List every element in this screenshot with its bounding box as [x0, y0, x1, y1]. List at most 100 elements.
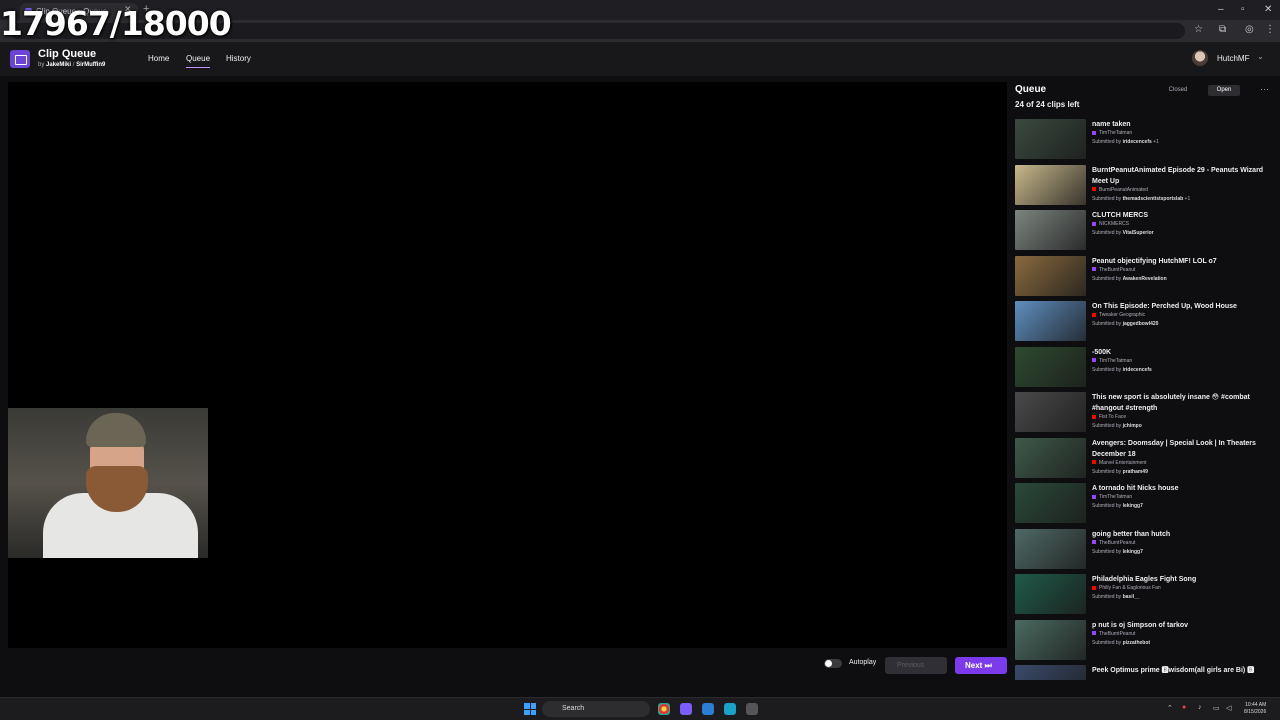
clip-submitter: Submitted by lekingg7: [1092, 503, 1143, 509]
next-icon: ⏭: [984, 661, 992, 670]
tray-chevron-icon[interactable]: ⌃: [1167, 704, 1173, 712]
clip-title: p nut is oj Simpson of tarkov: [1092, 621, 1189, 629]
clip-channel: Marvel Entertainment: [1092, 460, 1147, 466]
clip-item[interactable]: BurntPeanutAnimated Episode 29 - Peanuts…: [1015, 163, 1270, 209]
clip-thumbnail[interactable]: [1015, 437, 1086, 478]
nav-history[interactable]: History: [226, 54, 251, 63]
minimize-icon[interactable]: –: [1218, 4, 1224, 15]
submitted-by-label: Submitted by: [1092, 230, 1122, 236]
profile-icon[interactable]: ◎: [1245, 24, 1254, 35]
clip-thumbnail[interactable]: [1015, 346, 1086, 387]
close-window-icon[interactable]: ✕: [1264, 4, 1272, 15]
clip-thumbnail[interactable]: [1015, 119, 1086, 159]
submitter-name: VitalSuperior: [1122, 230, 1154, 236]
submitter-extra: +1: [1153, 139, 1159, 145]
clip-item[interactable]: Avengers: Doomsday | Special Look | In T…: [1015, 436, 1270, 482]
clip-submitter: Submitted by AwakenRevelation: [1092, 276, 1167, 282]
clip-thumbnail[interactable]: [1015, 528, 1086, 569]
clip-channel: TimTheTatman: [1092, 130, 1132, 136]
clip-channel-name: Philly Fan & Eaglorious Fan: [1099, 585, 1161, 591]
clip-item[interactable]: A tornado hit Nicks house TimTheTatman Sub…: [1015, 481, 1270, 527]
clip-item[interactable]: On This Episode: Perched Up, Wood House T…: [1015, 299, 1270, 345]
clip-thumbnail[interactable]: [1015, 255, 1086, 296]
queue-closed-button[interactable]: Closed: [1165, 85, 1191, 96]
clip-item[interactable]: Peanut objectifying HutchMF! LOL o7 TheBu…: [1015, 254, 1270, 300]
tray-display-icon[interactable]: ▭: [1213, 704, 1220, 712]
byline-author-1[interactable]: JakeMiki: [46, 62, 71, 68]
clip-item[interactable]: p nut is oj Simpson of tarkov TheBurntPea…: [1015, 618, 1270, 664]
extensions-icon[interactable]: ⧉: [1219, 24, 1226, 35]
clip-thumbnail[interactable]: [1015, 483, 1086, 523]
settings-taskbar-icon[interactable]: [746, 703, 758, 715]
clip-title: Philadelphia Eagles Fight Song: [1092, 576, 1197, 583]
clip-thumbnail[interactable]: [1015, 301, 1086, 341]
submitted-by-label: Submitted by: [1092, 639, 1122, 646]
taskbar: ⌕ Search ⌃ ● ♪ ▭ ◁ 10:44 AM 8/15/2026: [0, 697, 1280, 720]
clip-thumbnail[interactable]: [1015, 210, 1086, 250]
user-avatar[interactable]: [1192, 50, 1208, 66]
clip-submitter: Submitted by pratham49: [1092, 469, 1148, 475]
autoplay-toggle[interactable]: [824, 659, 842, 668]
chrome-taskbar-icon[interactable]: [658, 703, 670, 715]
nav-queue[interactable]: Queue: [186, 54, 211, 68]
bookmark-star-icon[interactable]: ☆: [1194, 24, 1203, 35]
app-taskbar-icon[interactable]: [724, 703, 736, 715]
submitter-name: pizzathebot: [1122, 639, 1151, 646]
youtube-icon: [1092, 312, 1096, 317]
twitch-icon: [1092, 494, 1096, 499]
tray-mic-icon[interactable]: ♪: [1198, 704, 1202, 711]
twitch-icon: [1092, 267, 1096, 272]
clip-thumbnail[interactable]: [1015, 164, 1086, 205]
clip-channel: TimTheTatman: [1092, 358, 1132, 364]
clip-thumbnail[interactable]: [1015, 619, 1086, 660]
video-player[interactable]: [8, 82, 1007, 648]
webcam-person-cap: [86, 413, 146, 447]
taskbar-search[interactable]: Search: [542, 701, 650, 717]
twitch-icon: [1092, 130, 1096, 135]
submitter-name: jaggedbowl420: [1122, 321, 1159, 327]
next-button[interactable]: Next ⏭: [955, 657, 1007, 674]
submitted-by-label: Submitted by: [1092, 423, 1122, 429]
user-name[interactable]: HutchMF: [1217, 54, 1249, 63]
clip-item[interactable]: CLUTCH MERCS NICKMERCS Submitted by VitalS…: [1015, 208, 1270, 254]
clip-item[interactable]: name taken TimTheTatman Submitted by iride…: [1015, 117, 1270, 163]
queue-open-button[interactable]: Open: [1208, 85, 1240, 96]
clip-item[interactable]: -500K TimTheTatman Submitted by iridecence…: [1015, 345, 1270, 391]
discord-taskbar-icon[interactable]: [680, 703, 692, 715]
taskbar-clock[interactable]: 10:44 AM 8/15/2026: [1244, 702, 1266, 716]
twitch-icon: [1092, 631, 1096, 636]
previous-button[interactable]: Previous: [885, 657, 947, 674]
queue-more-icon[interactable]: ···: [1260, 84, 1269, 94]
clip-channel: TheBurntPeanut: [1092, 540, 1135, 546]
browser-menu-icon[interactable]: ⋮: [1265, 24, 1275, 35]
app-header: Clip Queue by JakeMiki / SirMuffin9 Home…: [0, 42, 1280, 76]
tray-app-icon[interactable]: ●: [1182, 704, 1186, 711]
byline-prefix: by: [38, 62, 45, 68]
windows-start-icon[interactable]: [524, 703, 536, 715]
clip-channel-name: TheBurntPeanut: [1099, 539, 1136, 546]
clip-channel-name: Marvel Entertainment: [1099, 459, 1147, 466]
submitter-name: jchimpo: [1122, 423, 1142, 429]
tray-volume-icon[interactable]: ◁: [1226, 704, 1231, 712]
clip-channel-name: Fist To Face: [1099, 414, 1127, 420]
file-taskbar-icon[interactable]: [702, 703, 714, 715]
clip-thumbnail[interactable]: [1015, 574, 1086, 614]
submitted-by-label: Submitted by: [1092, 468, 1122, 475]
submitter-name: pratham49: [1122, 468, 1148, 475]
clip-thumbnail[interactable]: [1015, 392, 1086, 432]
clip-title: going better than hutch: [1092, 530, 1171, 538]
byline-author-2[interactable]: SirMuffin9: [76, 62, 105, 68]
clip-item[interactable]: Philadelphia Eagles Fight Song Philly Fan…: [1015, 572, 1270, 618]
maximize-icon[interactable]: ▫: [1241, 4, 1245, 15]
clip-item[interactable]: going better than hutch TheBurntPeanut Sub…: [1015, 527, 1270, 573]
nav-home[interactable]: Home: [148, 54, 169, 63]
clip-item[interactable]: Peek Optimus prime 🅱wisdom(all girls are…: [1015, 663, 1270, 680]
clock-date: 8/15/2026: [1244, 709, 1267, 715]
clip-thumbnail[interactable]: [1015, 665, 1086, 680]
previous-label: Previous: [897, 662, 925, 669]
clip-channel: NICKMERCS: [1092, 221, 1129, 227]
user-menu-chevron-icon[interactable]: ⌄: [1257, 52, 1264, 61]
app-logo-icon[interactable]: [10, 50, 30, 68]
clip-item[interactable]: This new sport is absolutely insane 😳 #c…: [1015, 390, 1270, 436]
clip-list: name taken TimTheTatman Submitted by iride…: [1015, 117, 1270, 680]
